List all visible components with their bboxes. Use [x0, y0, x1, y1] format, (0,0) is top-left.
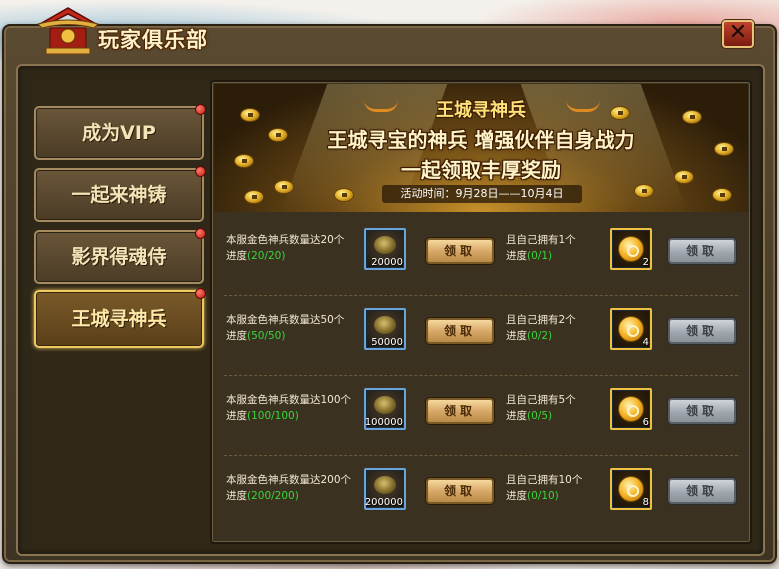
- gold-token-icon: [618, 236, 644, 262]
- server-progress: 进度(200/200): [226, 488, 299, 504]
- personal-progress: 进度(0/10): [506, 488, 559, 504]
- tab-label: 一起来神铸: [71, 184, 167, 206]
- server-progress: 进度(20/20): [226, 248, 285, 264]
- reward-slot-left[interactable]: 100000: [364, 388, 406, 430]
- reward-count: 100000: [364, 417, 403, 428]
- personal-goal-text: 且自己拥有5个: [506, 394, 576, 406]
- progress-label: 进度: [506, 490, 527, 502]
- gold-token-icon: [618, 316, 644, 342]
- reward-row: 本服金色神兵数量达50个 进度(50/50) 50000 领取 且自己拥有2个 …: [214, 296, 748, 376]
- notification-dot: [195, 288, 206, 299]
- reward-count: 8: [642, 497, 649, 508]
- progress-value: (0/2): [527, 330, 553, 342]
- personal-progress: 进度(0/2): [506, 328, 552, 344]
- personal-progress: 进度(0/5): [506, 408, 552, 424]
- server-progress: 进度(50/50): [226, 328, 285, 344]
- close-button[interactable]: ✕: [722, 20, 754, 48]
- coin-icon: [334, 188, 354, 202]
- reward-slot-right[interactable]: 6: [610, 388, 652, 430]
- reward-slot-right[interactable]: 2: [610, 228, 652, 270]
- tab-label: 王城寻神兵: [71, 308, 167, 330]
- close-icon: ✕: [728, 20, 748, 45]
- banner-slogan-1: 王城寻宝的神兵 增强伙伴自身战力: [327, 128, 635, 152]
- banner-slogan-2: 一起领取丰厚奖励: [401, 158, 561, 182]
- progress-label: 进度: [506, 410, 527, 422]
- personal-goal-text: 且自己拥有2个: [506, 314, 576, 326]
- progress-value: (100/100): [247, 410, 299, 422]
- window-body: 成为VIP 一起来神铸 影界得魂侍 王城寻神兵 王城寻神兵 王城寻宝的神兵 增强…: [16, 64, 765, 556]
- reward-slot-left[interactable]: 50000: [364, 308, 406, 350]
- reward-row: 本服金色神兵数量达100个 进度(100/100) 100000 领取 且自己拥…: [214, 376, 748, 456]
- claim-personal-reward-button[interactable]: 领取: [668, 238, 736, 264]
- progress-label: 进度: [226, 330, 247, 342]
- reward-row: 本服金色神兵数量达20个 进度(20/20) 20000 领取 且自己拥有1个 …: [214, 216, 748, 296]
- notification-dot: [195, 166, 206, 177]
- progress-value: (50/50): [247, 330, 286, 342]
- notification-dot: [195, 228, 206, 239]
- reward-count: 2: [642, 257, 649, 268]
- club-window: 成为VIP 一起来神铸 影界得魂侍 王城寻神兵 王城寻神兵 王城寻宝的神兵 增强…: [2, 24, 777, 564]
- reward-count: 4: [642, 337, 649, 348]
- progress-value: (0/5): [527, 410, 553, 422]
- server-progress: 进度(100/100): [226, 408, 299, 424]
- event-banner: 王城寻神兵 王城寻宝的神兵 增强伙伴自身战力 一起领取丰厚奖励 活动时间：9月2…: [214, 84, 748, 212]
- silver-coin-pile-icon: [374, 316, 396, 334]
- claim-personal-reward-button[interactable]: 领取: [668, 478, 736, 504]
- personal-goal-text: 且自己拥有10个: [506, 474, 583, 486]
- server-goal-text: 本服金色神兵数量达100个: [226, 394, 352, 406]
- claim-server-reward-button[interactable]: 领取: [426, 398, 494, 424]
- claim-personal-reward-button[interactable]: 领取: [668, 398, 736, 424]
- coin-icon: [244, 190, 264, 204]
- event-time: 活动时间：9月28日——10月4日: [382, 185, 582, 203]
- silver-coin-pile-icon: [374, 236, 396, 254]
- progress-value: (0/10): [527, 490, 559, 502]
- personal-goal-text: 且自己拥有1个: [506, 234, 576, 246]
- progress-value: (20/20): [247, 250, 286, 262]
- tab-soul-attendant[interactable]: 影界得魂侍: [34, 228, 206, 284]
- reward-count: 50000: [371, 337, 403, 348]
- gold-token-icon: [618, 476, 644, 502]
- claim-personal-reward-button[interactable]: 领取: [668, 318, 736, 344]
- coin-icon: [634, 184, 654, 198]
- tab-label: 影界得魂侍: [71, 246, 167, 268]
- server-goal-text: 本服金色神兵数量达20个: [226, 234, 345, 246]
- reward-count: 200000: [364, 497, 403, 508]
- reward-slot-left[interactable]: 200000: [364, 468, 406, 510]
- progress-label: 进度: [226, 410, 247, 422]
- progress-label: 进度: [506, 330, 527, 342]
- tab-divine-weapon[interactable]: 王城寻神兵: [34, 288, 206, 348]
- personal-progress: 进度(0/1): [506, 248, 552, 264]
- gold-token-icon: [618, 396, 644, 422]
- progress-label: 进度: [226, 250, 247, 262]
- server-goal-text: 本服金色神兵数量达50个: [226, 314, 345, 326]
- reward-slot-left[interactable]: 20000: [364, 228, 406, 270]
- claim-server-reward-button[interactable]: 领取: [426, 318, 494, 344]
- coin-icon: [712, 188, 732, 202]
- claim-server-reward-button[interactable]: 领取: [426, 478, 494, 504]
- tab-become-vip[interactable]: 成为VIP: [34, 104, 206, 160]
- notification-dot: [195, 104, 206, 115]
- silver-coin-pile-icon: [374, 396, 396, 414]
- progress-label: 进度: [506, 250, 527, 262]
- reward-row: 本服金色神兵数量达200个 进度(200/200) 200000 领取 且自己拥…: [214, 456, 748, 536]
- reward-slot-right[interactable]: 4: [610, 308, 652, 350]
- banner-title: 王城寻神兵: [436, 100, 526, 121]
- claim-server-reward-button[interactable]: 领取: [426, 238, 494, 264]
- silver-coin-pile-icon: [374, 476, 396, 494]
- progress-value: (200/200): [247, 490, 299, 502]
- event-panel: 王城寻神兵 王城寻宝的神兵 增强伙伴自身战力 一起领取丰厚奖励 活动时间：9月2…: [210, 80, 752, 544]
- reward-count: 20000: [371, 257, 403, 268]
- tab-label: 成为VIP: [82, 122, 156, 144]
- palace-logo-icon: [37, 7, 99, 55]
- server-goal-text: 本服金色神兵数量达200个: [226, 474, 352, 486]
- progress-value: (0/1): [527, 250, 553, 262]
- reward-slot-right[interactable]: 8: [610, 468, 652, 510]
- tab-casting[interactable]: 一起来神铸: [34, 166, 206, 222]
- progress-label: 进度: [226, 490, 247, 502]
- reward-count: 6: [642, 417, 649, 428]
- window-title: 玩家俱乐部: [98, 28, 208, 52]
